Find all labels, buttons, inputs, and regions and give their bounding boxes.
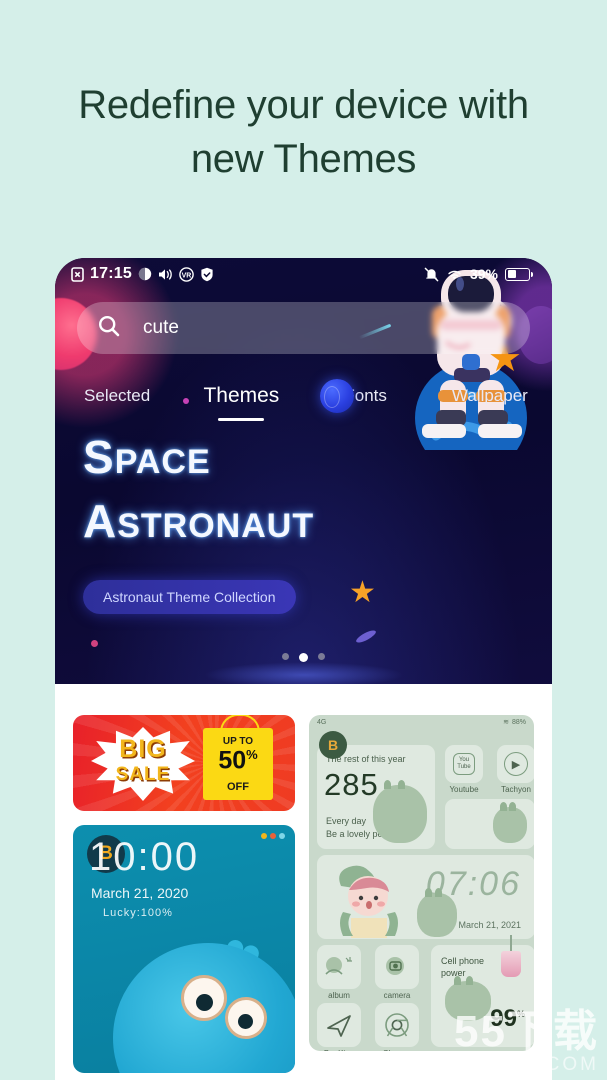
camera-app-icon[interactable] bbox=[375, 945, 419, 989]
vr-icon: VR bbox=[179, 266, 194, 282]
search-input[interactable]: cute bbox=[143, 317, 179, 339]
power-title-line1: Cell phone bbox=[441, 956, 485, 966]
dino-illustration bbox=[493, 802, 527, 843]
green-status-left: 4G bbox=[317, 718, 327, 726]
bird-eye-icon bbox=[225, 997, 267, 1039]
bird-eye-icon bbox=[181, 975, 227, 1021]
carousel-dots[interactable] bbox=[55, 653, 552, 662]
status-bar-time: 17:15 bbox=[90, 265, 132, 282]
shield-icon bbox=[200, 267, 214, 282]
rest-of-year-widget[interactable]: The rest of this year 285 days Every day… bbox=[317, 745, 435, 849]
tachyon-label: Tachyon bbox=[501, 785, 531, 794]
page-title: Redefine your device with new Themes bbox=[0, 78, 607, 186]
cell-phone-power-widget[interactable]: Cell phone power 99% bbox=[431, 935, 534, 1047]
file-x-icon bbox=[71, 266, 84, 282]
tab-wallpaper-label: Wallpaper bbox=[451, 386, 528, 405]
phone-mockup: 17:15 VR 39% cute Selected Themes Fonts … bbox=[55, 258, 552, 1080]
chrome-app-icon[interactable] bbox=[375, 1003, 419, 1047]
tab-themes[interactable]: Themes bbox=[179, 384, 303, 421]
tab-selected[interactable]: Selected bbox=[55, 386, 179, 406]
youtube-app-icon[interactable]: You Tube bbox=[445, 745, 483, 783]
tab-active-underline bbox=[218, 417, 265, 421]
status-bar: 17:15 VR 39% bbox=[55, 258, 552, 290]
svg-text:VR: VR bbox=[182, 272, 192, 279]
youtube-glyph: You Tube bbox=[453, 753, 475, 775]
astronaut-collection-button[interactable]: Astronaut Theme Collection bbox=[83, 580, 296, 614]
tab-selected-label: Selected bbox=[84, 386, 151, 405]
green-clock-date: March 21, 2021 bbox=[458, 920, 521, 930]
tab-wallpaper[interactable]: Wallpaper bbox=[428, 386, 552, 406]
grid-column-right: 4G ≋88% B The rest of this year 285 days… bbox=[309, 715, 534, 1080]
banner-title-line1: SPACE bbox=[83, 431, 211, 483]
booking-label: BooKing bbox=[317, 1049, 361, 1051]
camera-label: camera bbox=[383, 991, 411, 1000]
carousel-dot[interactable] bbox=[282, 653, 289, 660]
grid-column-left: BIG SALE UP TO 50% OFF B 10:00 March 21,… bbox=[73, 715, 295, 1080]
carousel-dot-active[interactable] bbox=[299, 653, 308, 662]
sale-title-line1: BIG bbox=[119, 735, 167, 763]
tab-themes-label: Themes bbox=[203, 384, 280, 407]
battery-icon bbox=[505, 267, 533, 281]
sale-bag-bottom: OFF bbox=[227, 781, 249, 793]
iv-drip-icon bbox=[501, 935, 521, 977]
search-bar[interactable]: cute bbox=[77, 302, 530, 354]
category-tabs: Selected Themes Fonts Wallpaper bbox=[55, 370, 552, 422]
bird-card-date: March 21, 2020 bbox=[91, 885, 189, 901]
star-icon: ★ bbox=[349, 576, 376, 609]
green-clock-widget[interactable]: 07:06 March 21, 2021 bbox=[317, 855, 534, 939]
green-status-right: 88% bbox=[511, 718, 526, 726]
comet-streak-icon bbox=[358, 323, 392, 340]
girl-dino-illustration bbox=[339, 865, 398, 938]
album-label: album bbox=[328, 991, 350, 1000]
album-app-icon[interactable] bbox=[317, 945, 361, 989]
sale-burst-text: BIG SALE bbox=[91, 735, 195, 785]
volume-icon bbox=[158, 268, 173, 281]
mute-icon bbox=[424, 267, 439, 282]
youtube-label: Youtube bbox=[449, 785, 479, 794]
page-title-line1: Redefine your device with bbox=[78, 83, 529, 127]
tachyon-app-icon[interactable]: ▶ bbox=[497, 745, 534, 783]
power-value: 99% bbox=[490, 1005, 525, 1032]
color-dots-icon bbox=[261, 833, 285, 839]
big-sale-card[interactable]: BIG SALE UP TO 50% OFF bbox=[73, 715, 295, 811]
globe-icon bbox=[319, 379, 354, 413]
battery-percent: 39% bbox=[469, 266, 498, 282]
green-theme-card[interactable]: 4G ≋88% B The rest of this year 285 days… bbox=[309, 715, 534, 1051]
banner-title-line2: ASTRONAUT bbox=[83, 495, 315, 547]
rest-number: 285 bbox=[324, 767, 379, 802]
moon-icon bbox=[138, 267, 152, 281]
power-title: Cell phone power bbox=[441, 955, 484, 979]
dino-illustration bbox=[373, 780, 427, 843]
green-card-status-bar: 4G ≋ 88% bbox=[309, 715, 534, 729]
green-wifi-icon: ≋ bbox=[503, 719, 509, 726]
booking-app-icon[interactable] bbox=[317, 1003, 361, 1047]
dino-photo-widget[interactable] bbox=[445, 799, 534, 849]
bird-card-clock: 10:00 bbox=[89, 835, 200, 879]
theme-grid: BIG SALE UP TO 50% OFF B 10:00 March 21,… bbox=[55, 684, 552, 1080]
chrome-label: Chrome bbox=[375, 1049, 419, 1051]
search-icon bbox=[97, 314, 121, 343]
bird-card-lucky: Lucky:100% bbox=[103, 907, 173, 919]
carousel-dot[interactable] bbox=[318, 653, 325, 660]
theme-banner: 17:15 VR 39% cute Selected Themes Fonts … bbox=[55, 258, 552, 684]
tab-fonts[interactable]: Fonts bbox=[304, 379, 428, 413]
banner-title: SPACE ASTRONAUT bbox=[83, 434, 413, 544]
banner-glow bbox=[203, 662, 404, 684]
dino-illustration bbox=[417, 888, 457, 937]
dino-illustration bbox=[445, 976, 491, 1021]
tab-dot-icon bbox=[183, 398, 190, 404]
power-title-line2: power bbox=[441, 968, 466, 978]
sale-bag-value: 50% bbox=[218, 746, 258, 775]
pink-dot-icon bbox=[91, 640, 98, 647]
bird-theme-card[interactable]: B 10:00 March 21, 2020 Lucky:100% bbox=[73, 825, 295, 1073]
page-title-line2: new Themes bbox=[190, 137, 417, 181]
sale-title-line2: SALE bbox=[115, 764, 171, 785]
shopping-bag-icon: UP TO 50% OFF bbox=[203, 715, 273, 800]
wifi-icon bbox=[446, 268, 463, 281]
play-icon: ▶ bbox=[504, 752, 528, 776]
green-card-badge: B bbox=[319, 731, 347, 759]
